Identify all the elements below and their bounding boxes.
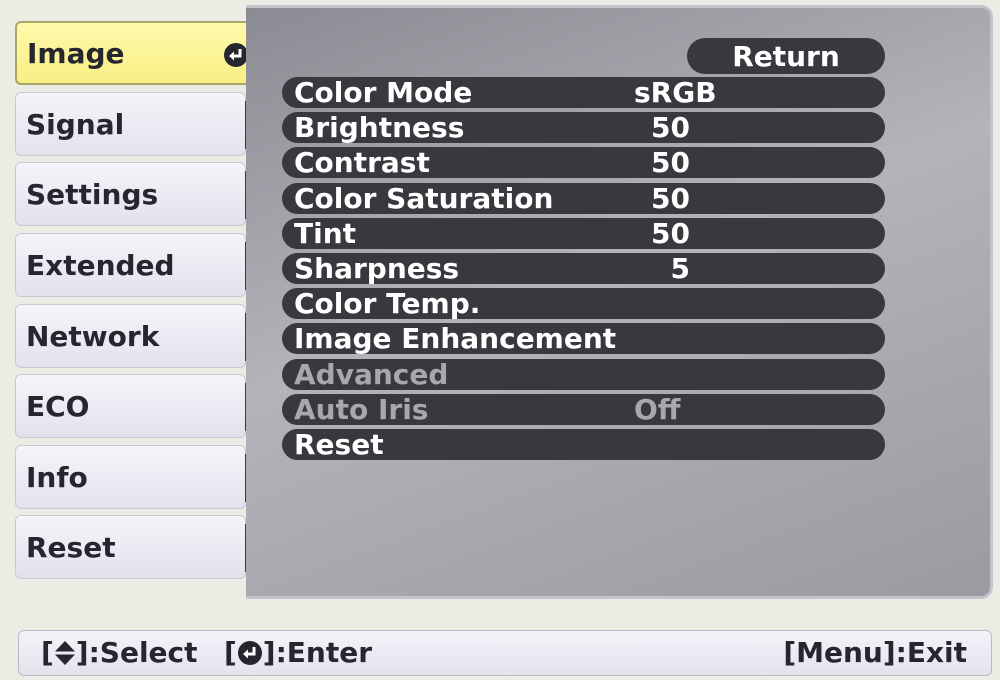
row-value: 5 bbox=[670, 251, 690, 285]
tab-label: Image bbox=[27, 36, 125, 70]
row-label: Color Saturation bbox=[294, 181, 554, 215]
enter-hint-text: ]:Enter bbox=[262, 636, 373, 669]
tab-label: Extended bbox=[26, 248, 175, 282]
enter-icon bbox=[237, 640, 262, 665]
row-label: Tint bbox=[294, 216, 357, 250]
tab-info[interactable]: Info bbox=[15, 445, 261, 509]
menu-row-advanced: Advanced bbox=[282, 357, 885, 391]
key-hint-bar: [ ]:Select [ ]:Enter [Menu]:Exit bbox=[18, 630, 992, 676]
tab-reset[interactable]: Reset bbox=[15, 515, 261, 579]
menu-row-image-enhancement[interactable]: Image Enhancement bbox=[282, 322, 885, 356]
menu-row-contrast[interactable]: Contrast 50 bbox=[282, 146, 885, 180]
menu-row-brightness[interactable]: Brightness 50 bbox=[282, 111, 885, 145]
row-value: 50 bbox=[651, 216, 690, 250]
row-label: Color Mode bbox=[294, 76, 473, 109]
row-value: 50 bbox=[651, 181, 690, 215]
tab-label: Network bbox=[26, 319, 160, 353]
tab-signal[interactable]: Signal bbox=[15, 92, 261, 156]
tab-settings[interactable]: Settings bbox=[15, 162, 261, 226]
image-settings-panel: Return Color Mode sRGB Brightness 50 Con… bbox=[246, 5, 993, 599]
menu-row-auto-iris: Auto Iris Off bbox=[282, 392, 885, 426]
row-value: sRGB bbox=[634, 76, 717, 109]
row-value: Off bbox=[634, 392, 681, 426]
row-value: 50 bbox=[651, 111, 690, 145]
up-down-arrow-icon bbox=[54, 640, 75, 665]
exit-hint: [Menu]:Exit bbox=[783, 636, 967, 669]
menu-row-color-saturation[interactable]: Color Saturation 50 bbox=[282, 181, 885, 215]
row-label: Sharpness bbox=[294, 251, 460, 285]
menu-row-tint[interactable]: Tint 50 bbox=[282, 216, 885, 250]
tab-label: Reset bbox=[26, 530, 116, 564]
enter-hint: [ ]:Enter bbox=[224, 636, 372, 669]
menu-row-sharpness[interactable]: Sharpness 5 bbox=[282, 251, 885, 285]
row-label: Color Temp. bbox=[294, 287, 481, 321]
row-label: Reset bbox=[294, 427, 384, 461]
tab-extended[interactable]: Extended bbox=[15, 233, 261, 297]
menu-row-color-temp[interactable]: Color Temp. bbox=[282, 287, 885, 321]
row-label: Brightness bbox=[294, 111, 465, 145]
return-button[interactable]: Return bbox=[687, 38, 885, 74]
bracket-open: [ bbox=[41, 636, 54, 669]
row-label: Image Enhancement bbox=[294, 322, 617, 356]
menu-row-color-mode[interactable]: Color Mode sRGB bbox=[282, 76, 885, 109]
settings-list: Color Mode sRGB Brightness 50 Contrast 5… bbox=[282, 76, 885, 464]
tab-label: Settings bbox=[26, 177, 159, 211]
menu-row-reset[interactable]: Reset bbox=[282, 427, 885, 461]
tab-label: Signal bbox=[26, 107, 125, 141]
row-label: Auto Iris bbox=[294, 392, 429, 426]
tab-image[interactable]: Image bbox=[15, 21, 261, 85]
tab-label: ECO bbox=[26, 389, 90, 423]
tab-label: Info bbox=[26, 460, 88, 494]
row-label: Contrast bbox=[294, 146, 430, 180]
row-label: Advanced bbox=[294, 357, 449, 391]
row-value: 50 bbox=[651, 146, 690, 180]
bracket-open: [ bbox=[224, 636, 237, 669]
select-hint: [ ]:Select bbox=[41, 636, 198, 669]
tab-eco[interactable]: ECO bbox=[15, 374, 261, 438]
tab-network[interactable]: Network bbox=[15, 304, 261, 368]
select-hint-text: ]:Select bbox=[75, 636, 198, 669]
